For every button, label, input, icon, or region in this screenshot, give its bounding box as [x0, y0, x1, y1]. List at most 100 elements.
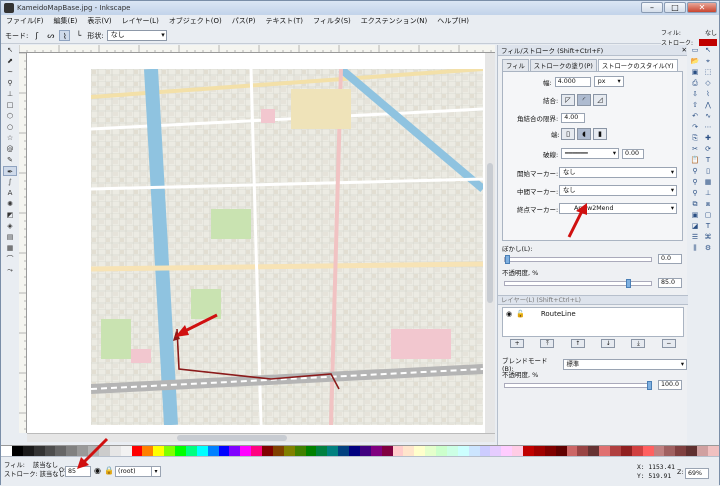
dash-offset-input[interactable]: 0.00: [622, 148, 644, 159]
eraser-tool-icon[interactable]: ◩: [3, 210, 17, 220]
tab-stroke-paint[interactable]: ストロークの塗り(P): [529, 59, 597, 71]
tweak-tool-icon[interactable]: ~: [3, 67, 17, 77]
opacity-slider-knob[interactable]: [625, 279, 631, 288]
join-miter-button[interactable]: ◸: [561, 94, 575, 106]
snap-smooth-icon[interactable]: ∿: [702, 111, 714, 121]
spray-tool-icon[interactable]: ✺: [3, 199, 17, 209]
snap-icon[interactable]: ⌖: [702, 56, 714, 66]
palette-swatch[interactable]: [142, 446, 154, 456]
layer-opacity-slider[interactable]: [504, 381, 652, 390]
menu-item-0[interactable]: ファイル(F): [1, 16, 49, 26]
measure-tool-icon[interactable]: ⊥: [3, 89, 17, 99]
palette-swatch[interactable]: [392, 446, 404, 456]
snap-mid-icon[interactable]: ⋯: [702, 122, 714, 132]
selector-tool-icon[interactable]: ↖: [3, 45, 17, 55]
shape-select[interactable]: なし: [106, 30, 167, 41]
new-doc-icon[interactable]: ▭: [689, 45, 701, 55]
palette-swatch[interactable]: [414, 446, 426, 456]
fill-stroke-icon[interactable]: ◪: [689, 221, 701, 231]
duplicate-icon[interactable]: ⧉: [689, 199, 701, 209]
palette-swatch[interactable]: [251, 446, 262, 456]
undo-icon[interactable]: ↶: [689, 111, 701, 121]
export-icon[interactable]: ⇧: [689, 100, 701, 110]
palette-swatch[interactable]: [653, 446, 665, 456]
open-icon[interactable]: 📂: [689, 56, 701, 66]
palette-swatch[interactable]: [207, 446, 219, 456]
join-bevel-button[interactable]: ◿: [593, 94, 607, 106]
opacity-slider[interactable]: [504, 279, 652, 288]
layer-top-button[interactable]: ⤒: [540, 339, 555, 348]
cap-butt-button[interactable]: ▯: [561, 128, 575, 140]
palette-swatch[interactable]: [120, 446, 132, 456]
snap-page-icon[interactable]: ▯: [702, 166, 714, 176]
close-button[interactable]: ✕: [687, 2, 717, 13]
palette-swatch[interactable]: [33, 446, 45, 456]
palette-swatch[interactable]: [262, 446, 273, 456]
layer-bottom-button[interactable]: ⤓: [631, 339, 646, 348]
join-round-button[interactable]: ◜: [577, 94, 591, 106]
palette-swatch[interactable]: [55, 446, 67, 456]
palette-swatch[interactable]: [196, 446, 208, 456]
palette-swatch[interactable]: [436, 446, 447, 456]
vscroll-thumb[interactable]: [487, 163, 493, 303]
width-unit-select[interactable]: px: [593, 76, 624, 87]
text-font-icon[interactable]: T: [702, 221, 714, 231]
ungroup-icon[interactable]: ▢: [702, 210, 714, 220]
snap-bbox-icon[interactable]: ⬚: [702, 67, 714, 77]
blend-mode-select[interactable]: 標準: [562, 358, 687, 370]
zoom-input[interactable]: 69%: [685, 468, 709, 479]
palette-swatch[interactable]: [610, 446, 621, 456]
width-input[interactable]: 4.000: [554, 76, 591, 87]
palette-swatch[interactable]: [512, 446, 523, 456]
snap-center-icon[interactable]: ✚: [702, 133, 714, 143]
maximize-button[interactable]: □: [664, 2, 686, 13]
menu-item-6[interactable]: テキスト(T): [260, 16, 308, 26]
menu-item-5[interactable]: パス(P): [227, 16, 261, 26]
cut-icon[interactable]: ✂: [689, 144, 701, 154]
miter-limit-input[interactable]: 4.00: [561, 113, 586, 123]
palette-swatch[interactable]: [229, 446, 241, 456]
palette-swatch[interactable]: [642, 446, 654, 456]
menu-item-8[interactable]: エクステンション(N): [356, 16, 433, 26]
blur-slider-knob[interactable]: [505, 255, 510, 264]
palette-swatch[interactable]: [22, 446, 34, 456]
palette-swatch[interactable]: [544, 446, 556, 456]
snap-guide-icon[interactable]: ⊥: [702, 188, 714, 198]
gradient-tool-icon[interactable]: ▤: [3, 232, 17, 242]
layer-down-button[interactable]: ↓: [601, 339, 616, 348]
copy-icon[interactable]: ⎘: [689, 133, 701, 143]
xml-editor-icon[interactable]: ⌘: [702, 232, 714, 242]
start-marker-select[interactable]: なし: [559, 167, 677, 178]
3dbox-tool-icon[interactable]: ⬡: [3, 111, 17, 121]
pencil-tool-icon[interactable]: ✎: [3, 155, 17, 165]
zoom-page-icon[interactable]: ⚲: [689, 188, 701, 198]
palette-swatch[interactable]: [457, 446, 469, 456]
snap-text-icon[interactable]: T: [702, 155, 714, 165]
palette-swatch[interactable]: [490, 446, 502, 456]
palette-swatch[interactable]: [707, 446, 719, 456]
menu-item-3[interactable]: レイヤー(L): [117, 16, 164, 26]
import-icon[interactable]: ⇩: [689, 89, 701, 99]
menu-item-4[interactable]: オブジェクト(O): [164, 16, 227, 26]
spiral-tool-icon[interactable]: @: [3, 144, 17, 154]
palette-swatch[interactable]: [349, 446, 360, 456]
hscroll-thumb[interactable]: [177, 435, 287, 441]
palette-swatch[interactable]: [468, 446, 480, 456]
straight-line-mode-icon[interactable]: ⌇: [59, 30, 71, 41]
palette-swatch[interactable]: [588, 446, 600, 456]
palette-swatch[interactable]: [446, 446, 458, 456]
bezier-mode-icon[interactable]: ʃ: [31, 30, 42, 41]
redo-icon[interactable]: ↷: [689, 122, 701, 132]
palette-swatch[interactable]: [240, 446, 252, 456]
paste-icon[interactable]: 📋: [689, 155, 701, 165]
mesh-tool-icon[interactable]: ▦: [3, 243, 17, 253]
clone-icon[interactable]: ⧈: [702, 199, 714, 209]
layer-row[interactable]: ◉ 🔓 RouteLine: [503, 308, 683, 320]
palette-swatch[interactable]: [501, 446, 513, 456]
rect-tool-icon[interactable]: □: [3, 100, 17, 110]
vertical-scrollbar[interactable]: [485, 53, 495, 433]
palette-swatch[interactable]: [153, 446, 165, 456]
minimize-button[interactable]: –: [641, 2, 663, 13]
palette-swatch[interactable]: [305, 446, 317, 456]
palette-swatch[interactable]: [370, 446, 382, 456]
